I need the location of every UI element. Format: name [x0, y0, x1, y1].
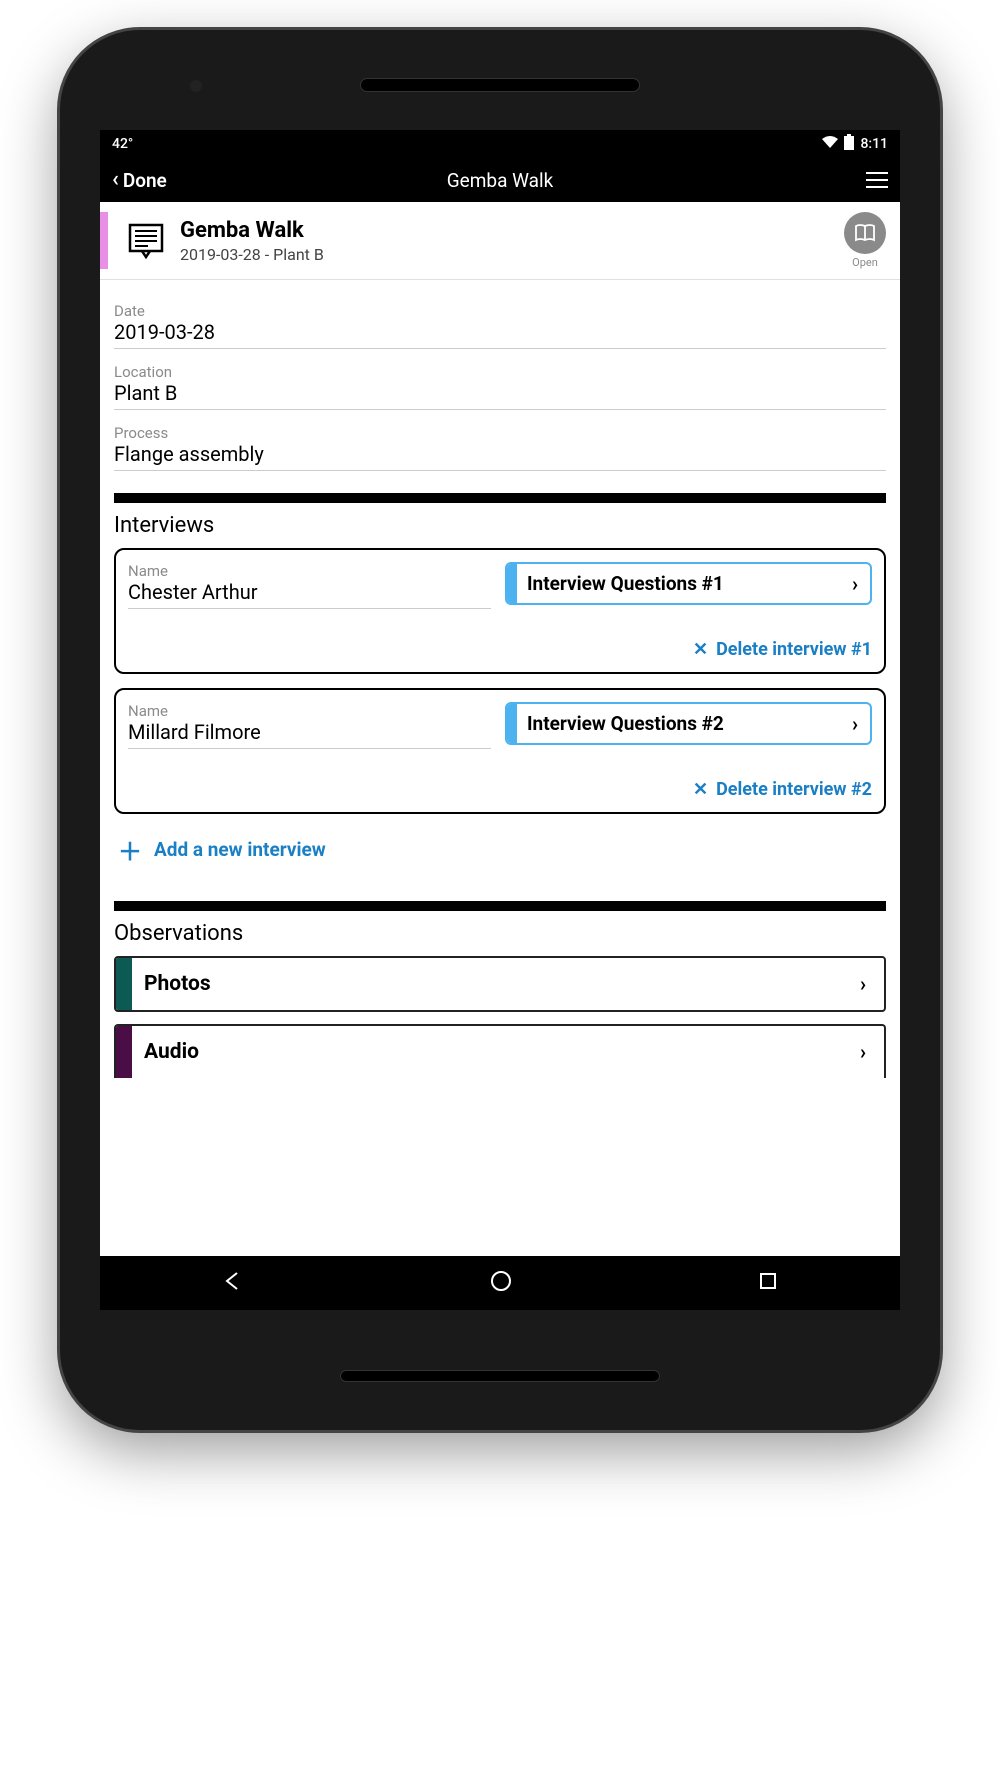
- chevron-left-icon: ‹: [112, 169, 119, 191]
- android-recents-button[interactable]: [759, 1272, 777, 1294]
- iq-accent: [507, 704, 517, 743]
- nav-bar: ‹ Done Gemba Walk: [100, 158, 900, 202]
- back-button[interactable]: ‹ Done: [112, 169, 167, 192]
- obs-label: Audio: [132, 1026, 842, 1078]
- menu-button[interactable]: [866, 172, 888, 188]
- interview-card: Name Chester Arthur Interview Questions …: [114, 548, 886, 674]
- iq-label: Interview Questions #1: [517, 564, 840, 603]
- name-value: Millard Filmore: [128, 720, 491, 749]
- chevron-right-icon: ›: [840, 572, 870, 596]
- interviews-title: Interviews: [114, 513, 886, 538]
- android-back-button[interactable]: [223, 1271, 243, 1295]
- name-value: Chester Arthur: [128, 580, 491, 609]
- status-right: 8:11: [822, 134, 888, 154]
- add-interview-button[interactable]: ＋ Add a new interview: [114, 828, 886, 879]
- battery-icon: [844, 134, 854, 154]
- interview-questions-button[interactable]: Interview Questions #1 ›: [505, 562, 872, 605]
- record-header: Gemba Walk 2019-03-28 - Plant B Open: [100, 202, 900, 280]
- record-subtitle: 2019-03-28 - Plant B: [180, 245, 844, 264]
- section-divider: [114, 493, 886, 503]
- process-field[interactable]: Process Flange assembly: [114, 424, 886, 471]
- observations-title: Observations: [114, 921, 886, 946]
- temperature: 42°: [112, 136, 133, 152]
- add-label: Add a new interview: [154, 838, 326, 861]
- status-bar: 42° 8:11: [100, 130, 900, 158]
- clock: 8:11: [860, 136, 888, 152]
- delete-label: Delete interview #2: [716, 779, 872, 800]
- interview-questions-button[interactable]: Interview Questions #2 ›: [505, 702, 872, 745]
- page-title: Gemba Walk: [447, 169, 554, 192]
- close-icon: ✕: [693, 639, 708, 660]
- audio-button[interactable]: Audio ›: [114, 1024, 886, 1078]
- interviewee-name-field[interactable]: Name Millard Filmore: [128, 702, 491, 749]
- chevron-right-icon: ›: [840, 712, 870, 736]
- phone-camera: [190, 80, 202, 92]
- android-nav-bar: [100, 1256, 900, 1310]
- obs-accent: [116, 958, 132, 1010]
- book-open-icon: [854, 222, 876, 244]
- section-divider: [114, 901, 886, 911]
- delete-interview-button[interactable]: ✕ Delete interview #2: [128, 779, 872, 800]
- open-button[interactable]: Open: [844, 212, 886, 269]
- interview-card: Name Millard Filmore Interview Questions…: [114, 688, 886, 814]
- iq-accent: [507, 564, 517, 603]
- photos-button[interactable]: Photos ›: [114, 956, 886, 1012]
- date-label: Date: [114, 302, 886, 320]
- screen: 42° 8:11 ‹ Done Gemba Walk: [100, 130, 900, 1310]
- phone-bottom-speaker: [340, 1370, 660, 1382]
- chevron-right-icon: ›: [842, 1040, 884, 1064]
- delete-label: Delete interview #1: [716, 639, 872, 660]
- wifi-icon: [822, 136, 838, 152]
- content: Date 2019-03-28 Location Plant B Process…: [100, 280, 900, 1256]
- process-value: Flange assembly: [114, 442, 886, 471]
- obs-accent: [116, 1026, 132, 1078]
- location-label: Location: [114, 363, 886, 381]
- open-label: Open: [844, 256, 886, 269]
- name-label: Name: [128, 562, 491, 580]
- document-icon: [124, 219, 168, 263]
- chevron-right-icon: ›: [842, 972, 884, 996]
- obs-label: Photos: [132, 958, 842, 1010]
- back-label: Done: [123, 169, 167, 192]
- record-info: Gemba Walk 2019-03-28 - Plant B: [180, 218, 844, 264]
- process-label: Process: [114, 424, 886, 442]
- date-field[interactable]: Date 2019-03-28: [114, 302, 886, 349]
- android-home-button[interactable]: [490, 1270, 512, 1296]
- location-value: Plant B: [114, 381, 886, 410]
- phone-speaker: [360, 78, 640, 92]
- date-value: 2019-03-28: [114, 320, 886, 349]
- phone-frame: 42° 8:11 ‹ Done Gemba Walk: [60, 30, 940, 1430]
- interviewee-name-field[interactable]: Name Chester Arthur: [128, 562, 491, 609]
- close-icon: ✕: [693, 779, 708, 800]
- record-title: Gemba Walk: [180, 218, 844, 243]
- location-field[interactable]: Location Plant B: [114, 363, 886, 410]
- plus-icon: ＋: [118, 832, 142, 867]
- iq-label: Interview Questions #2: [517, 704, 840, 743]
- record-accent: [100, 212, 108, 269]
- delete-interview-button[interactable]: ✕ Delete interview #1: [128, 639, 872, 660]
- name-label: Name: [128, 702, 491, 720]
